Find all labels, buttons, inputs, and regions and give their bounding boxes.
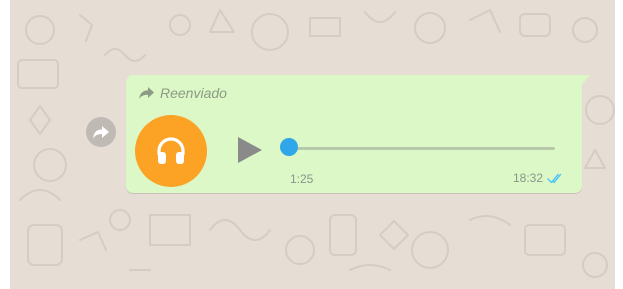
bubble-tail <box>580 75 590 87</box>
headphones-icon <box>157 137 185 164</box>
message-meta: 18:32 <box>513 171 565 185</box>
play-button[interactable] <box>236 135 264 165</box>
forwarded-indicator: Reenviado <box>138 85 227 101</box>
audio-duration: 1:25 <box>290 172 314 186</box>
voice-message-bubble: Reenviado 1:25 18:32 <box>126 75 582 193</box>
forward-arrow-icon <box>93 126 109 139</box>
audio-avatar <box>135 115 207 187</box>
forwarded-arrow-icon <box>138 86 155 100</box>
forward-button[interactable] <box>86 117 116 147</box>
play-icon <box>238 137 262 163</box>
audio-seek-thumb[interactable] <box>280 138 298 156</box>
forwarded-label: Reenviado <box>160 85 227 101</box>
double-check-icon <box>547 173 565 184</box>
audio-progress-track[interactable] <box>289 147 555 150</box>
message-time: 18:32 <box>512 171 543 185</box>
